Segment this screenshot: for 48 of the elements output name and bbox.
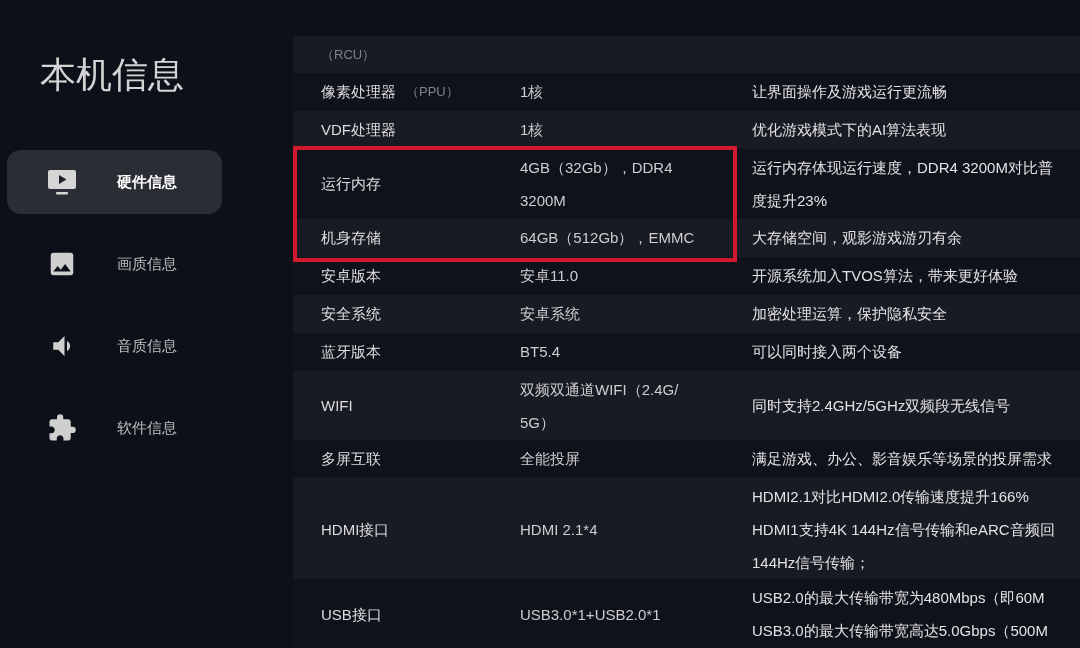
row-label: 多屏互联 xyxy=(321,449,381,469)
row-value: 双频双通道WIFI（2.4G/ xyxy=(520,379,680,400)
row-description: 大存储空间，观影游戏游刃有余 xyxy=(752,228,963,248)
row-value: 3200M xyxy=(520,190,567,211)
label-note: （PPU） xyxy=(406,83,459,101)
row-value: 4GB（32Gb），DDR4 xyxy=(520,157,674,178)
row-label: 运行内存 xyxy=(321,174,381,194)
row-description: 同时支持2.4GHz/5GHz双频段无线信号 xyxy=(752,396,1012,416)
row-label: 机身存储 xyxy=(321,228,381,248)
row-description: HDMI2.1对比HDMI2.0传输速度提升166% xyxy=(752,486,1030,507)
row-description: 让界面操作及游戏运行更流畅 xyxy=(752,82,948,102)
row-label: WIFI xyxy=(321,396,353,416)
row-value: 5G） xyxy=(520,412,556,433)
row-description: 优化游戏模式下的AI算法表现 xyxy=(752,120,948,140)
label-note: （RCU） xyxy=(321,46,376,64)
row-description: 144Hz信号传输； xyxy=(752,552,872,573)
row-description: 加密处理运算，保护隐私安全 xyxy=(752,304,948,324)
row-description: USB2.0的最大传输带宽为480Mbps（即60M xyxy=(752,588,1046,608)
sidebar-item[interactable]: 音质信息 xyxy=(7,314,222,378)
row-value: BT5.4 xyxy=(520,342,562,362)
page-title: 本机信息 xyxy=(39,53,185,97)
row-label: USB接口 xyxy=(321,604,382,625)
sidebar-item[interactable]: 画质信息 xyxy=(7,232,222,296)
row-value: 64GB（512Gb），EMMC xyxy=(520,228,696,248)
row-value: 1核 xyxy=(520,120,545,140)
row-description: HDMI1支持4K 144Hz信号传输和eARC音频回 xyxy=(752,519,1056,540)
puzzle-icon xyxy=(47,413,77,443)
tv-play-icon xyxy=(48,169,76,195)
row-label: 安卓版本 xyxy=(321,266,381,286)
row-value: 全能投屏 xyxy=(520,449,581,469)
sidebar-item[interactable]: 软件信息 xyxy=(7,396,222,460)
row-label: VDF处理器 xyxy=(321,120,396,140)
row-label: 蓝牙版本 xyxy=(321,342,381,362)
row-description: 度提升23% xyxy=(752,190,829,211)
row-description: USB3.0的最大传输带宽高达5.0Gbps（500M xyxy=(752,621,1049,641)
row-value: 安卓系统 xyxy=(520,304,581,324)
row-value: HDMI 2.1*4 xyxy=(520,519,599,540)
row-label: HDMI接口 xyxy=(321,519,390,540)
row-label: 安全系统 xyxy=(321,304,381,324)
row-description: 运行内存体现运行速度，DDR4 3200M对比普 xyxy=(752,157,1054,178)
row-value: 1核 xyxy=(520,82,545,102)
row-label: 像素处理器 xyxy=(321,82,396,102)
row-description: 满足游戏、办公、影音娱乐等场景的投屏需求 xyxy=(752,449,1053,469)
row-description: 开源系统加入TVOS算法，带来更好体验 xyxy=(752,266,1019,286)
row-value: USB3.0*1+USB2.0*1 xyxy=(520,604,662,625)
sidebar-item[interactable]: 硬件信息 xyxy=(7,150,222,214)
row-value: 安卓11.0 xyxy=(520,266,580,286)
row-description: 可以同时接入两个设备 xyxy=(752,342,903,362)
